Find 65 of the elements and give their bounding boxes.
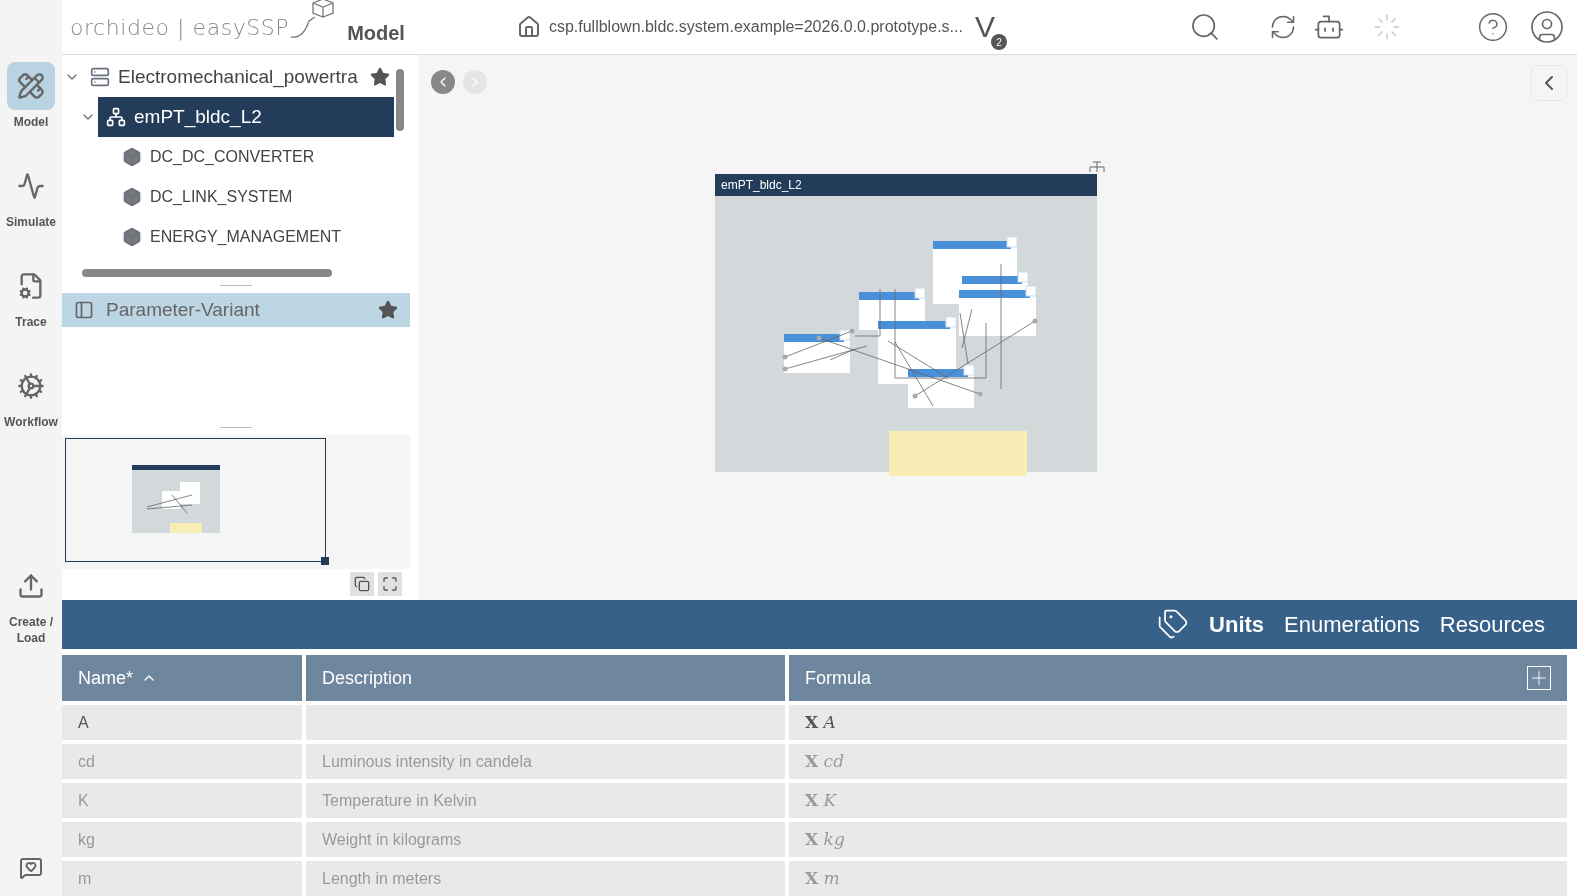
panel-icon (74, 300, 94, 321)
fullscreen-icon (382, 576, 398, 593)
tree-item[interactable]: ENERGY_MANAGEMENT (114, 217, 394, 258)
copy-icon (354, 576, 370, 593)
table-cell: Temperature in Kelvin (306, 783, 785, 818)
cube-icon (122, 147, 142, 168)
tab[interactable]: Resources (1439, 607, 1545, 641)
tree-item[interactable]: Electromechanical_powertra (82, 57, 394, 98)
table-cell: m (62, 861, 302, 896)
home-icon[interactable] (516, 15, 541, 40)
table-cell: Length in meters (306, 861, 785, 896)
table-cell: X m (789, 861, 1567, 896)
nav-item[interactable]: Model (2, 62, 60, 150)
tab[interactable]: Units (1209, 607, 1265, 641)
cube-icon (122, 187, 142, 208)
table-cell: X cd (789, 744, 1567, 779)
spinner-icon (1373, 13, 1401, 42)
table-cell: X kg (789, 822, 1567, 857)
add-icon[interactable] (1527, 666, 1551, 690)
table-cell: A (62, 705, 302, 740)
feedback-icon[interactable] (19, 856, 43, 880)
table-cell: Luminous intensity in candela (306, 744, 785, 779)
table-cell: X A (789, 705, 1567, 740)
star-icon[interactable] (370, 67, 390, 88)
cube-icon (122, 227, 142, 248)
document-gear-icon (17, 272, 45, 300)
collapse-panel-button[interactable] (1531, 65, 1567, 102)
table-cell: Weight in kilograms (306, 822, 785, 857)
tags-icon (1157, 608, 1190, 641)
star-icon[interactable] (378, 300, 398, 321)
diagram-title: emPT_bldc_L2 (715, 174, 1097, 197)
back-button[interactable] (431, 70, 455, 95)
horizontal-scrollbar[interactable] (82, 269, 332, 278)
tab[interactable]: Enumerations (1284, 607, 1420, 641)
minimap[interactable] (65, 438, 326, 563)
variant-label: Parameter-Variant (106, 298, 260, 322)
nav-item[interactable]: Create / Load (2, 562, 60, 666)
tree-item[interactable]: DC_LINK_SYSTEM (114, 177, 394, 218)
user-icon[interactable] (1529, 9, 1565, 46)
version-badge: 2 (990, 34, 1007, 51)
breadcrumb-path[interactable]: csp.fullblown.bldc.system.example=2026.0.0.prototype.s... (548, 15, 963, 40)
nav-item[interactable]: Simulate (2, 162, 60, 250)
resize-handle[interactable] (321, 557, 329, 566)
column-header[interactable]: Description (306, 655, 785, 701)
scrollbar[interactable] (396, 69, 404, 132)
nav-item[interactable]: Workflow (2, 362, 60, 450)
section-title: Model (347, 21, 405, 47)
pulse-icon (17, 172, 45, 200)
table-cell: kg (62, 822, 302, 857)
column-header[interactable]: Formula (789, 655, 1567, 701)
logo: orchideo | easySSP (70, 13, 290, 43)
help-icon[interactable] (1477, 11, 1509, 44)
tree-item[interactable]: emPT_bldc_L2 (98, 97, 394, 138)
diagram-frame[interactable]: emPT_bldc_L2 (715, 174, 1097, 473)
hierarchy-icon (106, 107, 126, 128)
table-cell: X K (789, 783, 1567, 818)
column-header[interactable]: Name* (62, 655, 302, 701)
fullscreen-button[interactable] (378, 572, 402, 597)
copy-button[interactable] (350, 572, 374, 597)
table-cell: K (62, 783, 302, 818)
table-cell: cd (62, 744, 302, 779)
tree-item[interactable]: DC_DC_CONVERTER (114, 137, 394, 178)
variant-row[interactable]: Parameter-Variant (62, 293, 410, 328)
nav-item[interactable]: Trace (2, 262, 60, 350)
upload-icon (17, 572, 45, 600)
